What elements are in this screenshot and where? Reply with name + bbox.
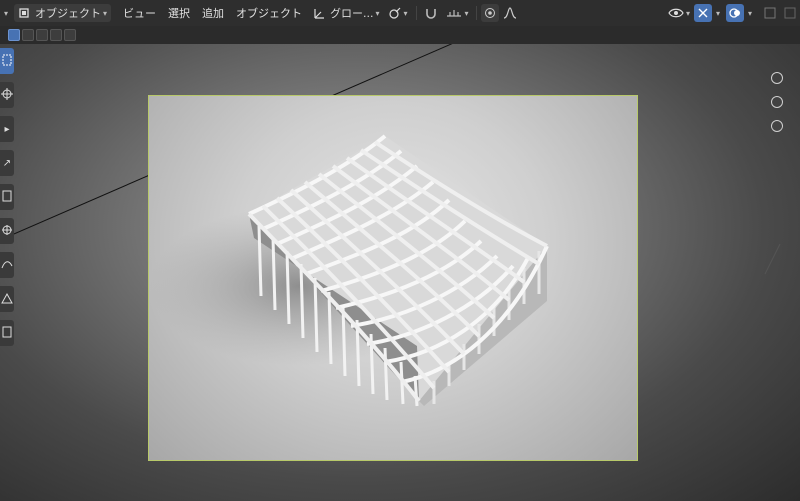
chevron-down-icon: ▾ <box>715 8 720 18</box>
measure-icon <box>1 292 13 307</box>
proportional-edit-icon <box>484 7 496 19</box>
visibility-dropdown[interactable]: ▾ <box>664 4 694 22</box>
add-cube-icon <box>1 325 13 342</box>
selection-mode-bar <box>0 26 800 44</box>
chevron-down-icon: ▾ <box>403 8 408 18</box>
chevron-down-icon: ▾ <box>375 8 380 18</box>
annotate-icon <box>1 258 13 273</box>
transform-orientation-dropdown[interactable]: グロー... ▾ <box>308 4 384 22</box>
menu-select[interactable]: 選択 <box>162 4 196 22</box>
waffle-grid-object[interactable] <box>149 96 638 461</box>
pan-icon[interactable] <box>771 96 783 108</box>
visibility-icon <box>668 7 684 19</box>
mode-label: オブジェクト <box>35 7 102 20</box>
menu-view[interactable]: ビュー <box>117 4 162 22</box>
gizmo-icon <box>697 7 709 19</box>
overlay-icon <box>729 7 741 19</box>
divider <box>415 6 417 20</box>
zoom-icon[interactable] <box>771 72 783 84</box>
tool-select-box[interactable] <box>0 48 14 74</box>
select-invert-icon[interactable] <box>50 29 62 41</box>
xray-toggle[interactable] <box>760 4 780 22</box>
divider <box>476 6 478 20</box>
rotate-icon: ↗ <box>2 157 12 169</box>
camera-view-icon[interactable] <box>771 120 783 132</box>
orientation-axes-icon <box>312 6 326 20</box>
snap-target-dropdown[interactable]: ▾ <box>442 4 472 22</box>
tool-scale[interactable] <box>0 184 14 210</box>
overlay-toggle[interactable] <box>725 4 744 22</box>
mode-dropdown[interactable]: オブジェクト ▾ <box>14 4 112 22</box>
transform-icon <box>1 224 13 239</box>
tool-shelf: ▸ ↗ <box>0 48 14 354</box>
proportional-edit-toggle[interactable] <box>481 4 500 22</box>
tool-transform[interactable] <box>0 218 14 244</box>
chevron-down-icon: ▾ <box>747 8 752 18</box>
menu-object[interactable]: オブジェクト <box>230 4 308 22</box>
shading-solid-icon <box>784 7 796 19</box>
gizmo-dropdown[interactable]: ▾ <box>712 4 722 22</box>
cursor-icon <box>1 87 13 103</box>
select-subtract-icon[interactable] <box>36 29 48 41</box>
tool-rotate[interactable]: ↗ <box>0 150 14 176</box>
snap-increment-icon <box>446 6 462 20</box>
left-edge-chevron[interactable]: ▾ <box>0 4 10 22</box>
object-mode-icon <box>18 7 30 19</box>
navigation-gizmo <box>768 66 786 144</box>
gizmo-toggle[interactable] <box>693 4 712 22</box>
tool-add-cube[interactable] <box>0 320 14 346</box>
select-box-icon <box>2 53 12 70</box>
scale-icon <box>2 190 12 205</box>
tool-cursor[interactable] <box>0 82 14 108</box>
falloff-dropdown[interactable] <box>499 4 521 22</box>
snap-toggle[interactable] <box>420 4 442 22</box>
select-extend-icon[interactable] <box>22 29 34 41</box>
tool-measure[interactable] <box>0 286 14 312</box>
tool-move[interactable]: ▸ <box>0 116 14 142</box>
orientation-label: グロー... <box>330 7 374 20</box>
snap-icon <box>424 6 438 20</box>
chevron-down-icon: ▾ <box>685 8 690 18</box>
camera-frame <box>148 95 638 461</box>
select-new-icon[interactable] <box>8 29 20 41</box>
menu-add[interactable]: 追加 <box>196 4 230 22</box>
overlay-dropdown[interactable]: ▾ <box>744 4 754 22</box>
select-intersect-icon[interactable] <box>64 29 76 41</box>
pivot-dropdown[interactable]: ▾ <box>384 4 412 22</box>
viewport-header: ▾ オブジェクト ▾ ビュー 選択 追加 オブジェクト グロー... ▾ ▾ ▾ <box>0 0 800 26</box>
chevron-down-icon: ▾ <box>464 8 469 18</box>
transform-pivot-icon <box>388 6 402 20</box>
chevron-down-icon: ▾ <box>103 8 108 18</box>
shading-solid-button[interactable] <box>780 4 800 22</box>
falloff-icon <box>503 6 517 20</box>
xray-icon <box>764 7 776 19</box>
move-icon: ▸ <box>4 123 10 135</box>
tool-annotate[interactable] <box>0 252 14 278</box>
